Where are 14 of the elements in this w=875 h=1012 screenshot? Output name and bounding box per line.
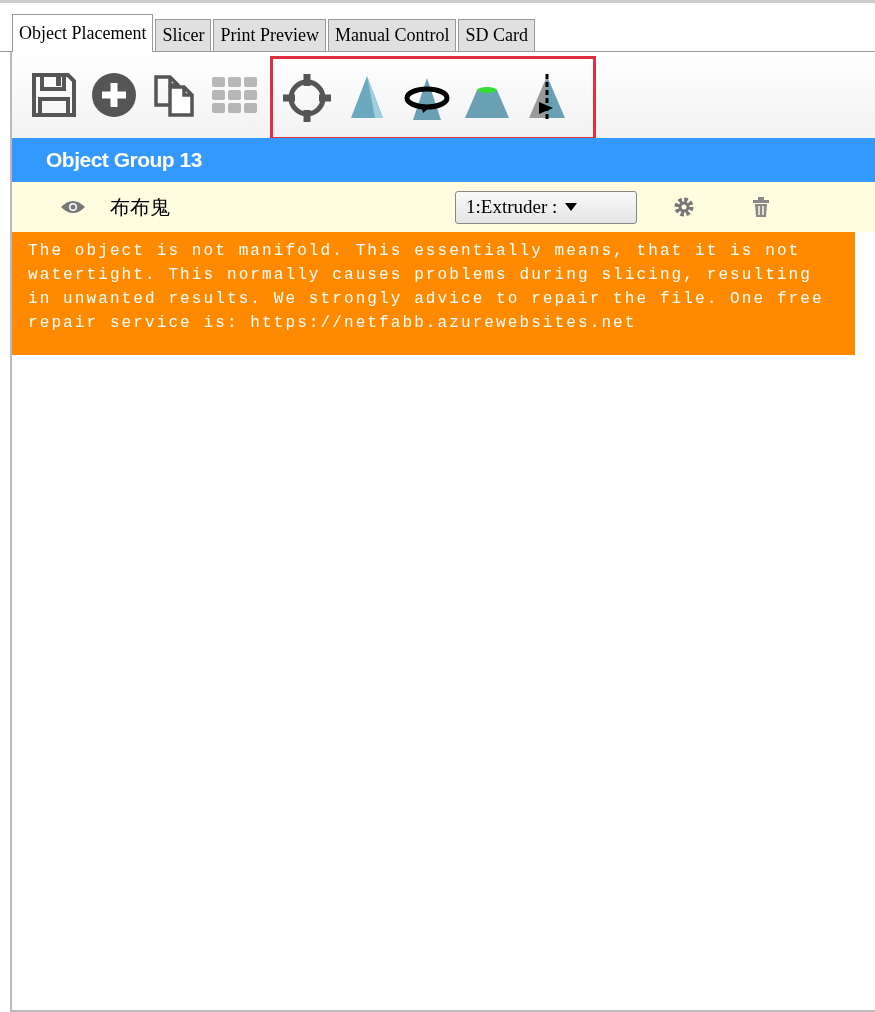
eye-icon[interactable] — [60, 199, 86, 215]
object-name: 布布鬼 — [110, 193, 171, 221]
object-row[interactable]: 布布鬼 1:Extruder : — [10, 182, 875, 232]
tab[interactable]: Print Preview — [213, 19, 326, 51]
trash-icon[interactable] — [751, 196, 771, 218]
dropdown-arrow-icon — [565, 203, 578, 211]
extruder-dropdown[interactable]: 1:Extruder : — [455, 190, 637, 224]
tab[interactable]: Slicer — [155, 19, 212, 51]
move-icon — [281, 72, 333, 124]
tab[interactable]: SD Card — [458, 19, 535, 51]
settings-icon[interactable] — [673, 196, 695, 218]
tab[interactable]: Manual Control — [327, 19, 457, 51]
tab[interactable]: Object Placement — [12, 14, 154, 52]
warning-message: The object is not manifold. This essentially means, that it is not watertight. This normally causes problems during slicing, resulting in unwanted results. We strongly advice to repair the file. One free repair service is: https://netfabb.azurewebsites.net — [10, 232, 855, 355]
